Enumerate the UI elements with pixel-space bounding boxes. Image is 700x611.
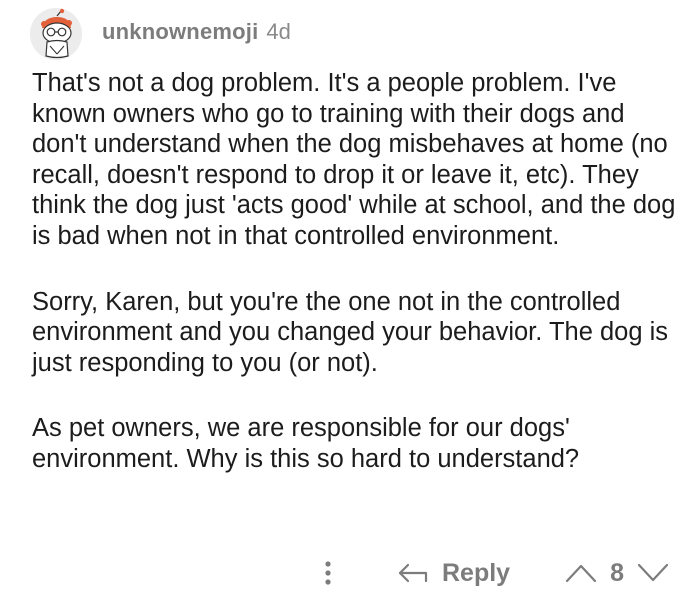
- downvote-icon[interactable]: [636, 562, 670, 584]
- comment: unknownemoji 4d That's not a dog problem…: [0, 0, 700, 611]
- reply-arrow-icon: [396, 561, 430, 585]
- upvote-icon[interactable]: [564, 562, 598, 584]
- vertical-dots-icon: [325, 561, 331, 585]
- comment-header: unknownemoji 4d: [30, 8, 291, 60]
- comment-meta: unknownemoji 4d: [102, 19, 291, 45]
- comment-paragraph: That's not a dog problem. It's a people …: [32, 69, 676, 250]
- comment-paragraph: Sorry, Karen, but you're the one not in …: [32, 287, 669, 377]
- avatar[interactable]: [30, 8, 82, 60]
- more-options-button[interactable]: [316, 555, 340, 591]
- comment-actions: Reply 8: [316, 553, 670, 593]
- reply-button[interactable]: Reply: [396, 559, 510, 588]
- vote-controls: 8: [564, 559, 670, 588]
- comment-paragraph: As pet owners, we are responsible for ou…: [32, 414, 580, 473]
- vote-score: 8: [610, 558, 624, 587]
- snoo-avatar-icon: [30, 8, 82, 60]
- comment-body: That's not a dog problem. It's a people …: [32, 68, 680, 510]
- username[interactable]: unknownemoji: [102, 19, 258, 45]
- comment-age: 4d: [266, 19, 291, 44]
- reply-label: Reply: [442, 558, 511, 587]
